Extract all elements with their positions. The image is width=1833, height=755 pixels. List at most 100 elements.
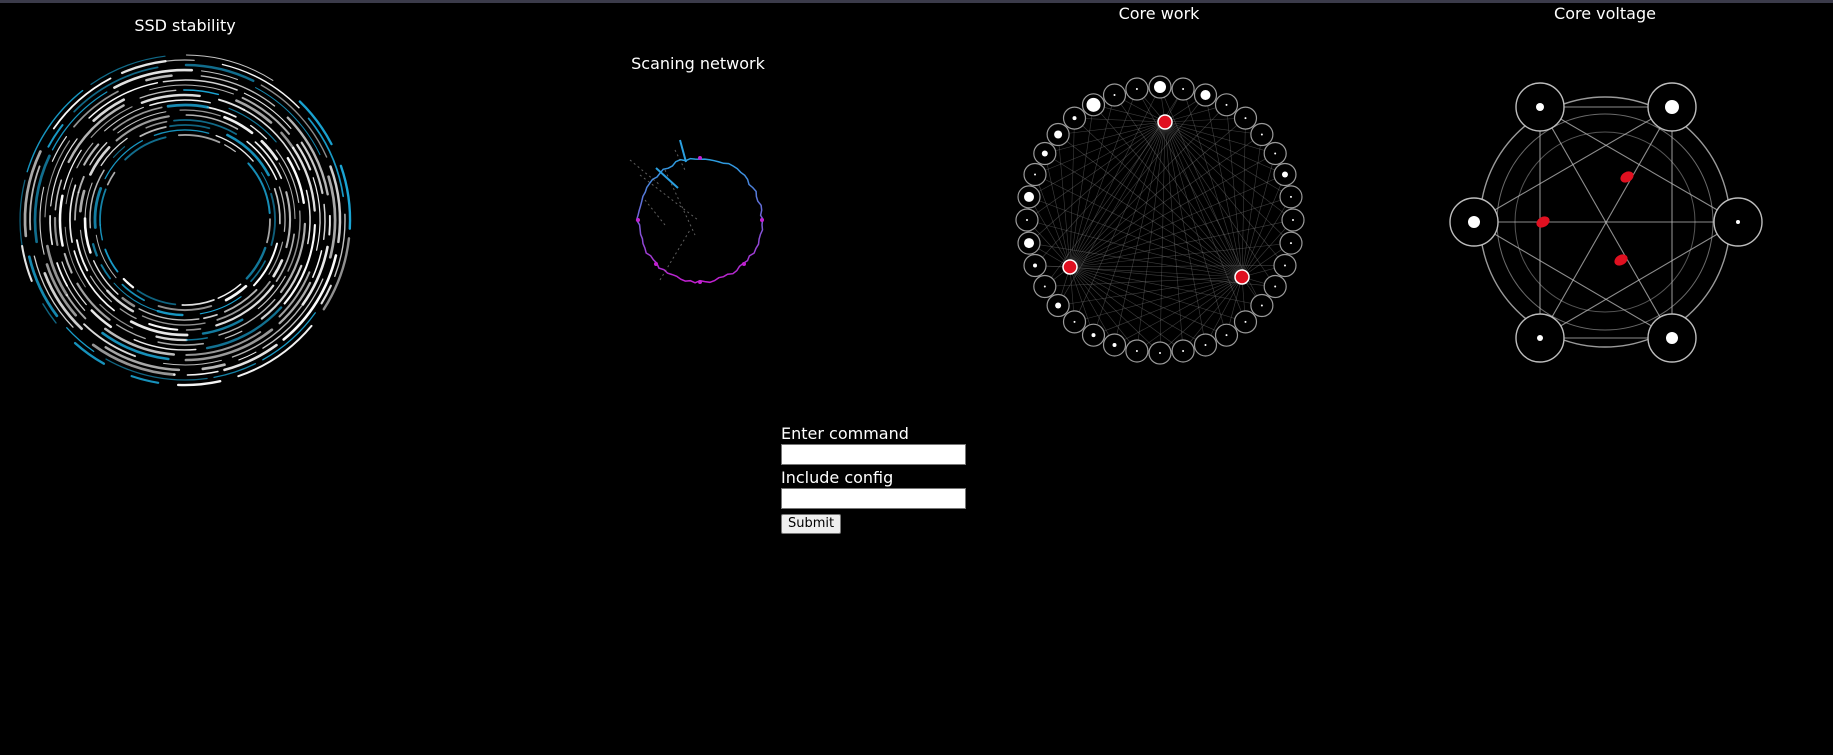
ring-arc [141,315,206,326]
core-node-fill [1024,191,1035,202]
core-link [1069,219,1294,268]
core-node-fill [1292,219,1294,221]
core-node-fill [1182,349,1185,352]
ring-arc [224,144,236,153]
ring-arc [139,126,167,138]
ring-arc [67,104,125,164]
ring-arc [104,248,119,273]
enter-command-label: Enter command [781,424,909,443]
ring-arc [73,341,106,365]
ring-arc [206,106,237,118]
voltage-node-fill [1537,335,1543,341]
ring-arc [286,156,305,204]
ring-arc [129,320,189,337]
ring-arc [166,103,209,109]
voltage-node-fill [1536,103,1544,111]
ring-arc [164,59,195,62]
core-link [1164,121,1276,287]
core-node-fill [1135,349,1138,352]
ring-arc [201,363,226,371]
core-node-fill [1289,242,1292,245]
core-link [1114,121,1166,346]
submit-button[interactable]: Submit [781,513,842,534]
config-input[interactable] [781,488,966,509]
network-node [698,156,702,160]
ring-arc [185,114,239,130]
core-link [1241,118,1246,278]
core-node-fill [1281,171,1288,178]
ssd-stability-title: SSD stability [134,16,236,35]
top-window-border [0,0,1833,3]
ring-arc [53,216,59,246]
ring-arc [177,380,222,387]
core-node-fill [1043,285,1046,288]
core-node-fill [1112,342,1117,347]
core-node-fill [1244,320,1247,323]
core-node-fill [1091,333,1096,338]
core-link [1164,121,1294,221]
ring-arc [83,323,137,358]
ring-arc [99,224,103,241]
ring-arc [106,171,116,186]
ring-arc [243,92,292,129]
ring-arc [145,74,173,82]
scanning-network-visualization [629,139,765,284]
ring-arc [278,162,296,220]
ring-arc [77,175,85,194]
ring-arc [99,188,107,226]
ring-arc [91,243,98,257]
ring-arc [169,124,211,130]
ring-arc [185,337,208,341]
core-node-fill [1225,103,1228,106]
voltage-link [1473,221,1673,339]
ring-arc [322,203,326,241]
ring-arc [217,283,242,299]
network-node [742,262,746,266]
ssd-stability-ring-visualization [19,54,352,387]
core-node-fill [1274,152,1277,155]
core-node-fill [1159,352,1161,354]
network-node [654,262,658,266]
include-config-label: Include config [781,468,894,487]
voltage-node-fill [1666,332,1678,344]
ring-arc [157,305,213,311]
core-work-title: Core work [1118,4,1200,23]
ring-arc [266,218,271,244]
ring-arc [186,370,219,376]
core-node-fill [1033,263,1038,268]
active-core [1157,114,1173,130]
core-node-fill [1073,320,1076,323]
core-node-fill [1054,130,1063,139]
ring-arc [185,328,202,331]
ring-arc [74,191,80,221]
core-node-fill [1055,302,1062,309]
ring-arc [156,309,184,317]
active-core [1234,269,1250,285]
ring-arc [58,194,64,247]
ring-arc [157,341,204,346]
core-node-fill [1135,88,1138,91]
command-input[interactable] [781,444,966,465]
ring-arc [183,89,220,96]
core-node-fill [1026,219,1028,221]
core-node-fill [1289,195,1292,198]
ring-arc [49,214,54,246]
core-voltage-title: Core voltage [1554,4,1656,23]
core-link [1241,134,1263,278]
core-node-fill [1244,117,1247,120]
ring-arc [84,182,93,220]
active-core [1062,259,1078,275]
ring-arc [221,63,300,109]
ring-arc [201,318,244,335]
ring-arc [79,189,86,213]
core-node-fill [1225,334,1228,337]
voltage-spike [1620,171,1634,183]
core-node-fill [1182,88,1185,91]
scan-trace [639,174,699,221]
core-node-fill [1072,116,1077,121]
voltage-node-fill [1468,216,1480,228]
scan-trace [659,229,691,281]
scanning-network-title: Scaning network [631,54,765,73]
core-node-fill [1204,343,1207,346]
ring-arc [270,192,276,246]
